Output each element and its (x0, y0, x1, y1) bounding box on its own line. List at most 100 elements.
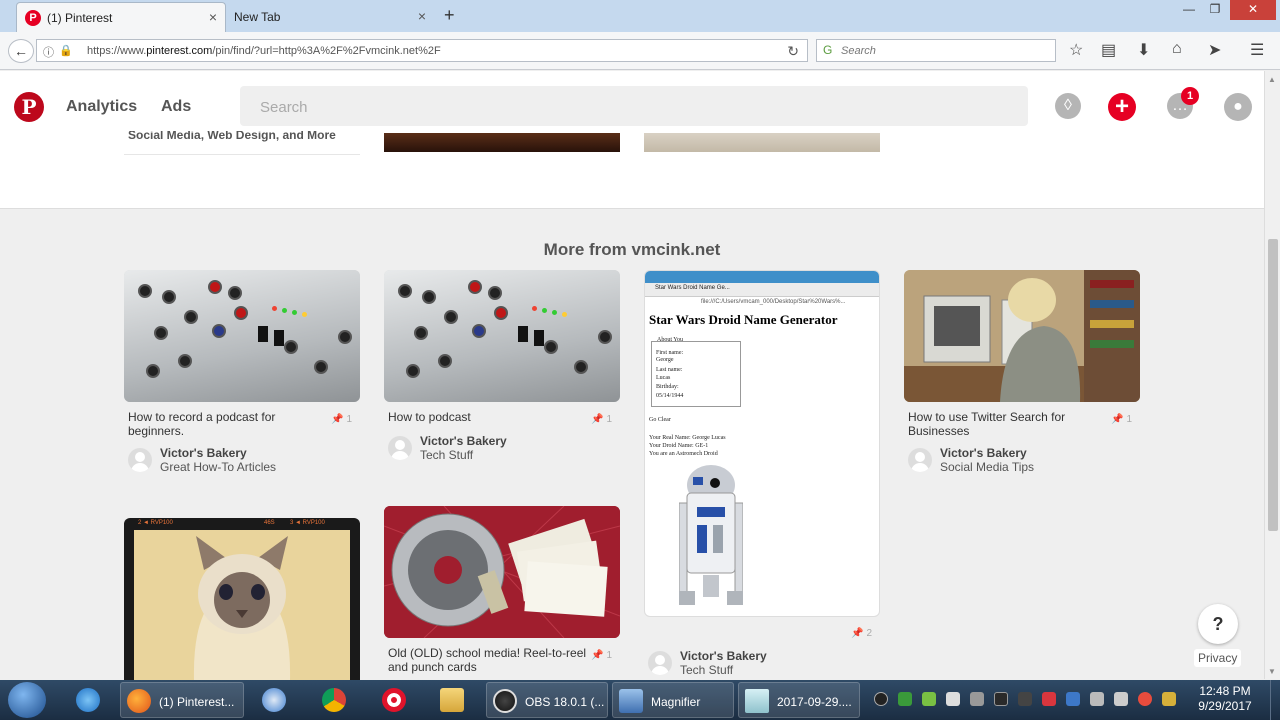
taskbar-item-notepad[interactable]: 2017-09-29.... (738, 682, 860, 718)
scroll-down-arrow-icon[interactable]: ▼ (1268, 667, 1276, 676)
pin-card[interactable]: Star Wars Droid Name Ge... file:///C:/Us… (644, 270, 880, 677)
tab-close-icon[interactable]: × (209, 9, 217, 25)
pinterest-logo[interactable]: P (14, 92, 44, 122)
update-tray-icon[interactable] (922, 692, 936, 706)
url-text: https://www.pinterest.com/pin/find/?url=… (87, 45, 441, 57)
pin-image[interactable] (904, 270, 1140, 402)
pin-title[interactable]: Old (OLD) school media! Reel-to-reel and… (388, 646, 588, 680)
show-desktop-button[interactable] (1270, 680, 1280, 720)
tab-close-icon[interactable]: × (418, 8, 426, 24)
pin-author[interactable]: Victor's Bakery (940, 446, 1027, 460)
pin-board[interactable]: Great How-To Articles (160, 460, 276, 474)
display-tray-icon[interactable] (1066, 692, 1080, 706)
previous-pin-image[interactable] (644, 133, 880, 152)
downloads-icon[interactable]: ⬇ (1137, 40, 1150, 60)
info-icon[interactable]: ⓘ (43, 44, 54, 60)
tab-new-tab[interactable]: New Tab × (226, 2, 434, 32)
menu-icon[interactable]: ☰ (1250, 40, 1264, 60)
previous-pin-card[interactable]: Social Media, Web Design, and More (124, 131, 360, 155)
volume-tray-icon[interactable] (970, 692, 984, 706)
pin-card[interactable]: 2 ◄ RVP100 46S 3 ◄ RVP100 (124, 518, 360, 680)
pin-title[interactable]: How to podcast (388, 410, 588, 424)
file-explorer-taskbar-icon[interactable] (428, 682, 476, 718)
pin-card[interactable]: How to record a podcast for beginners. 📌… (124, 270, 360, 480)
scrollbar-thumb[interactable] (1268, 239, 1278, 531)
send-icon[interactable]: ➤ (1208, 40, 1221, 60)
battery-tray-icon[interactable] (1162, 692, 1176, 706)
taskbar-clock[interactable]: 12:48 PM 9/29/2017 (1190, 684, 1260, 714)
taskbar-item-label: Magnifier (651, 695, 701, 709)
back-button[interactable]: ← (8, 39, 34, 63)
pin-title[interactable]: How to use Twitter Search for Businesses (908, 410, 1108, 438)
opera-taskbar-icon[interactable] (370, 682, 418, 718)
pin-save-count: 📌 1 (591, 414, 612, 425)
bookmark-star-icon[interactable]: ☆ (1069, 40, 1083, 60)
pin-board[interactable]: Social Media Tips (940, 460, 1034, 474)
pin-author[interactable]: Victor's Bakery (160, 446, 247, 460)
browser-search-field[interactable]: G Search (816, 39, 1056, 62)
pin-board[interactable]: Tech Stuff (680, 663, 733, 677)
flag-tray-icon[interactable] (946, 692, 960, 706)
user-tray-icon[interactable] (1114, 692, 1128, 706)
r2d2-image (679, 465, 743, 605)
chrome-taskbar-icon[interactable] (310, 682, 358, 718)
safari-taskbar-icon[interactable] (250, 682, 298, 718)
ie-taskbar-icon[interactable] (64, 682, 112, 718)
search-engine-icon[interactable]: G (823, 43, 832, 57)
alert-tray-icon[interactable] (1138, 692, 1152, 706)
add-pin-button[interactable]: + (1108, 93, 1136, 121)
pin-save-count: 📌 2 (851, 628, 872, 639)
reading-list-icon[interactable]: ▤ (1101, 40, 1116, 60)
search-placeholder: Search (841, 45, 876, 57)
obs-tray-icon[interactable] (874, 692, 888, 706)
security-tray-icon[interactable] (898, 692, 912, 706)
profile-avatar-icon[interactable]: ● (1224, 93, 1252, 121)
start-button[interactable] (8, 682, 46, 718)
cat-photo (134, 530, 350, 680)
window-close-button[interactable]: ✕ (1230, 0, 1276, 20)
taskbar-item-obs[interactable]: OBS 18.0.1 (... (486, 682, 608, 718)
tab-pinterest[interactable]: P (1) Pinterest × (16, 2, 226, 32)
help-button[interactable]: ? (1198, 604, 1238, 644)
pinterest-search-input[interactable]: Search (240, 86, 1028, 126)
pin-author[interactable]: Victor's Bakery (680, 649, 767, 663)
avatar[interactable] (908, 448, 932, 472)
scroll-up-arrow-icon[interactable]: ▲ (1268, 75, 1276, 84)
browser-tab-strip: P (1) Pinterest × New Tab × + — ❐ ✕ (0, 0, 1280, 32)
device-tray-icon[interactable] (1018, 692, 1032, 706)
analytics-link[interactable]: Analytics (66, 98, 137, 116)
new-tab-button[interactable]: + (444, 5, 455, 26)
reload-icon[interactable]: ↻ (787, 43, 799, 60)
previous-pin-image[interactable] (384, 133, 620, 152)
pin-image[interactable] (384, 506, 620, 638)
pin-image[interactable]: Star Wars Droid Name Ge... file:///C:/Us… (644, 270, 880, 617)
explore-compass-icon[interactable]: ◊ (1055, 93, 1081, 119)
ads-link[interactable]: Ads (161, 98, 191, 116)
pin-board[interactable]: Tech Stuff (420, 448, 473, 462)
film-edge-text: 46S (264, 520, 275, 526)
usb-tray-icon[interactable] (1090, 692, 1104, 706)
window-maximize-button[interactable]: ❐ (1200, 0, 1230, 20)
taskbar-item-firefox[interactable]: (1) Pinterest... (120, 682, 244, 718)
pin-author[interactable]: Victor's Bakery (420, 434, 507, 448)
privacy-link[interactable]: Privacy (1194, 649, 1242, 667)
pin-image[interactable] (124, 270, 360, 402)
pin-card[interactable]: How to use Twitter Search for Businesses… (904, 270, 1140, 480)
taskbar-item-label: (1) Pinterest... (159, 695, 235, 709)
pin-image[interactable] (384, 270, 620, 402)
pin-image[interactable]: 2 ◄ RVP100 46S 3 ◄ RVP100 (124, 518, 360, 680)
url-bar[interactable]: ⓘ 🔒 https://www.pinterest.com/pin/find/?… (36, 39, 808, 62)
taskbar-item-label: 2017-09-29.... (777, 695, 852, 709)
home-icon[interactable]: ⌂ (1172, 40, 1182, 58)
pin-card[interactable]: How to podcast 📌 1 Victor's Bakery Tech … (384, 270, 620, 470)
taskbar-item-magnifier[interactable]: Magnifier (612, 682, 734, 718)
pin-save-count: 📌 1 (591, 650, 612, 661)
app-tray-icon[interactable] (1042, 692, 1056, 706)
avatar[interactable] (388, 436, 412, 460)
avatar[interactable] (128, 448, 152, 472)
avatar[interactable] (648, 651, 672, 675)
pin-title[interactable]: How to record a podcast for beginners. (128, 410, 328, 438)
page-scrollbar[interactable]: ▲ ▼ (1264, 71, 1280, 679)
network-tray-icon[interactable] (994, 692, 1008, 706)
pin-card[interactable]: Old (OLD) school media! Reel-to-reel and… (384, 506, 620, 680)
